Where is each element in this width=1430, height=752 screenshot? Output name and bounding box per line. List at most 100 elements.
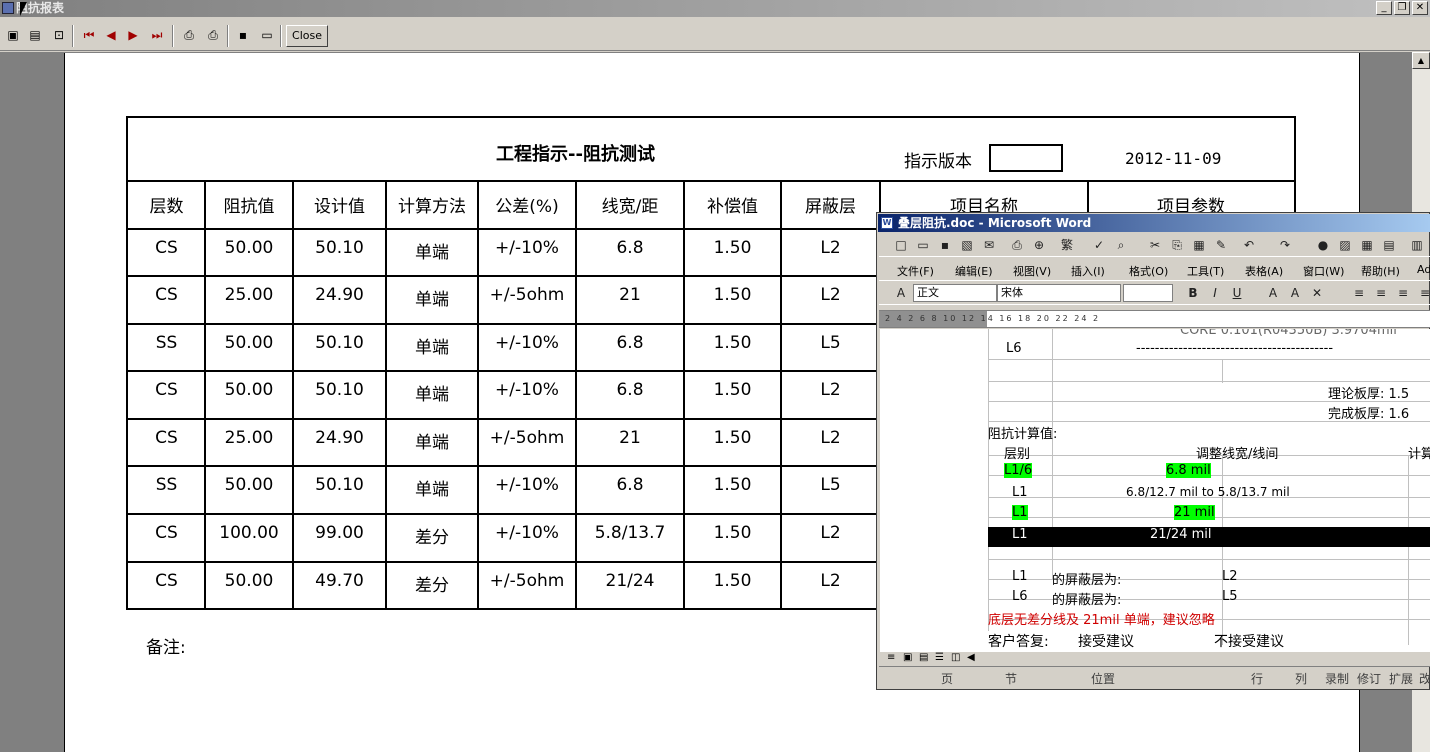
font-select[interactable]: 宋体 — [997, 284, 1121, 302]
s2-layer: L6 — [1012, 589, 1028, 604]
table-cell: L2 — [820, 571, 841, 591]
close-button[interactable]: Close — [286, 25, 328, 47]
word-document[interactable]: CORE 0.101(R04350B) 3.9704mil L6 -------… — [880, 329, 1430, 652]
r3-layer: L1 — [1012, 505, 1028, 520]
r3-value: 21 mil — [1174, 505, 1215, 520]
menu-edit[interactable]: 编辑(E) — [955, 263, 993, 279]
table-cell: +/-10% — [495, 238, 559, 258]
print-icon[interactable]: ⎙ — [1009, 237, 1025, 253]
char-shading-icon[interactable]: A — [1287, 285, 1303, 301]
align-center-icon[interactable]: ≡ — [1373, 285, 1389, 301]
page-view-icon[interactable]: ▣ — [4, 26, 22, 44]
table-cell: 单端 — [415, 338, 449, 358]
research-icon[interactable]: ⌕ — [1113, 237, 1129, 253]
table-cell: SS — [155, 475, 178, 495]
prev-page-icon[interactable]: ◀ — [102, 26, 120, 44]
minimize-button[interactable]: _ — [1376, 1, 1392, 15]
column-header: 层数 — [149, 197, 184, 217]
word-ruler[interactable]: 2 4 2 6 8 10 12 14 16 18 20 22 24 2 — [879, 310, 1430, 328]
reject-option[interactable]: 不接受建议 — [1214, 631, 1284, 651]
insert-table-icon[interactable]: ▦ — [1359, 237, 1375, 253]
spelling-icon[interactable]: ✓ — [1091, 237, 1107, 253]
styles-icon[interactable]: A — [893, 285, 909, 301]
align-left-icon[interactable]: ≡ — [1351, 285, 1367, 301]
table-cell: 5.8/13.7 — [594, 523, 666, 543]
table-cell: +/-5ohm — [489, 571, 565, 591]
reading-view-icon[interactable]: ◫ — [951, 652, 960, 663]
menu-ad[interactable]: Ad — [1417, 263, 1430, 276]
underline-button[interactable]: U — [1229, 285, 1245, 301]
undo-icon[interactable]: ↶ — [1241, 237, 1257, 253]
print-icon[interactable]: ⎙ — [204, 26, 222, 44]
word-horizontal-scrollbar[interactable]: ≡ ▣ ▤ ☰ ◫ ◀ — [879, 652, 1430, 666]
align-right-icon[interactable]: ≡ — [1395, 285, 1411, 301]
table-cell: 50.00 — [224, 475, 274, 495]
col-layer: 层别 — [1004, 447, 1031, 462]
format-painter-icon[interactable]: ✎ — [1213, 237, 1229, 253]
accept-option[interactable]: 接受建议 — [1078, 631, 1134, 651]
status-track[interactable]: 修订 — [1357, 670, 1381, 687]
paste-icon[interactable]: ▦ — [1191, 237, 1207, 253]
status-page: 页 — [941, 672, 954, 686]
status-record[interactable]: 录制 — [1325, 670, 1349, 687]
font-size-select[interactable] — [1123, 284, 1173, 302]
word-menu-bar: 文件(F) 编辑(E) 视图(V) 插入(I) 格式(O) 工具(T) 表格(A… — [879, 257, 1430, 281]
save-icon[interactable]: ▪ — [937, 237, 953, 253]
menu-insert[interactable]: 插入(I) — [1071, 263, 1105, 279]
first-page-icon[interactable]: ⏮ — [80, 26, 98, 44]
table-cell: CS — [155, 238, 178, 258]
last-page-icon[interactable]: ⏭ — [148, 26, 166, 44]
print-setup-icon[interactable]: ⎙ — [180, 26, 198, 44]
table-cell: 1.50 — [713, 523, 752, 543]
column-header: 补偿值 — [707, 197, 758, 217]
table-cell: L2 — [820, 238, 841, 258]
column-header: 计算方法 — [398, 197, 466, 217]
restore-button[interactable]: ❐ — [1394, 1, 1410, 15]
bold-button[interactable]: B — [1185, 285, 1201, 301]
italic-button[interactable]: I — [1207, 285, 1223, 301]
status-overtype[interactable]: 改 — [1419, 670, 1430, 687]
table-cell: 1.50 — [713, 428, 752, 448]
tables-borders-icon[interactable]: ▨ — [1337, 237, 1353, 253]
hyperlink-icon[interactable]: ● — [1315, 237, 1331, 253]
version-box — [989, 144, 1063, 172]
permission-icon[interactable]: ▧ — [959, 237, 975, 253]
menu-window[interactable]: 窗口(W) — [1303, 263, 1344, 279]
redo-icon[interactable]: ↷ — [1277, 237, 1293, 253]
copy-icon[interactable]: ⎘ — [1169, 237, 1185, 253]
menu-view[interactable]: 视图(V) — [1013, 263, 1051, 279]
web-view-icon[interactable]: ▣ — [903, 652, 912, 663]
normal-view-icon[interactable]: ≡ — [887, 652, 895, 663]
menu-help[interactable]: 帮助(H) — [1361, 263, 1400, 279]
char-border-icon[interactable]: A — [1265, 285, 1281, 301]
save-icon[interactable]: ▪ — [234, 26, 252, 44]
print-view-icon[interactable]: ▤ — [919, 652, 928, 663]
word-window[interactable]: W 叠层阻抗.doc - Microsoft Word □ ▭ ▪ ▧ ✉ ⎙ … — [876, 212, 1430, 690]
menu-tools[interactable]: 工具(T) — [1187, 263, 1224, 279]
zoom-icon[interactable]: ⊡ — [50, 26, 68, 44]
style-select[interactable]: 正文 — [913, 284, 997, 302]
next-page-icon[interactable]: ▶ — [124, 26, 142, 44]
email-icon[interactable]: ✉ — [981, 237, 997, 253]
new-doc-icon[interactable]: □ — [893, 237, 909, 253]
excel-icon[interactable]: ▤ — [1381, 237, 1397, 253]
open-icon[interactable]: ▭ — [915, 237, 931, 253]
char-scale-icon[interactable]: ✕ — [1309, 285, 1325, 301]
table-cell: L5 — [820, 333, 841, 353]
traditional-chinese-icon[interactable]: 繁 — [1059, 237, 1075, 253]
open-icon[interactable]: ▭ — [258, 26, 276, 44]
status-extend[interactable]: 扩展 — [1389, 670, 1413, 687]
columns-icon[interactable]: ▥ — [1409, 237, 1425, 253]
cut-icon[interactable]: ✂ — [1147, 237, 1163, 253]
scroll-up-icon[interactable]: ▲ — [1412, 52, 1430, 69]
menu-table[interactable]: 表格(A) — [1245, 263, 1283, 279]
word-format-toolbar: A 正文 宋体 B I U A A ✕ ≡ ≡ ≡ ≡ — [879, 281, 1430, 305]
outline-view-icon[interactable]: ☰ — [935, 652, 944, 663]
menu-format[interactable]: 格式(O) — [1129, 263, 1168, 279]
print-preview-icon[interactable]: ⊕ — [1031, 237, 1047, 253]
close-window-button[interactable]: ✕ — [1412, 1, 1428, 15]
menu-file[interactable]: 文件(F) — [897, 263, 934, 279]
scroll-left-icon[interactable]: ◀ — [967, 652, 975, 663]
list-view-icon[interactable]: ▤ — [26, 26, 44, 44]
justify-icon[interactable]: ≡ — [1417, 285, 1430, 301]
